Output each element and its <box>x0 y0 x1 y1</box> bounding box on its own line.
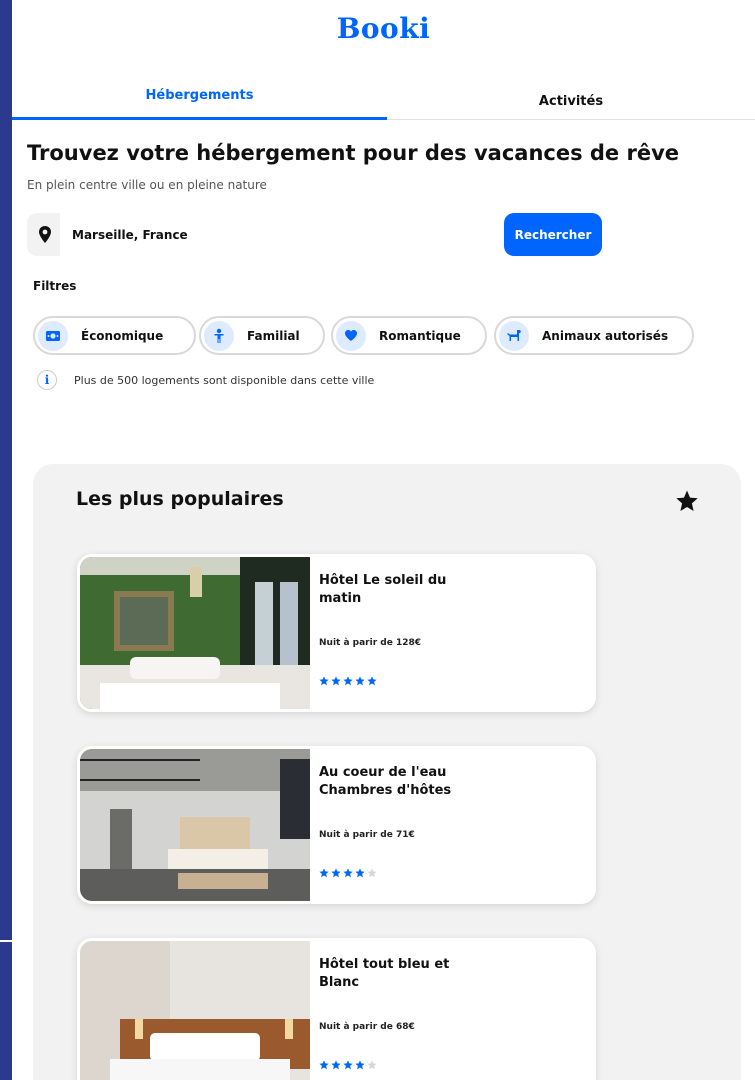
rating-stars <box>319 868 377 878</box>
star-filled-icon <box>367 676 377 686</box>
info-message: i Plus de 500 logements sont disponible … <box>37 370 374 390</box>
dog-icon <box>499 320 529 351</box>
hotel-name: Au coeur de l'eau Chambres d'hôtes <box>319 765 452 798</box>
hotel-photo <box>80 941 310 1080</box>
filter-economique[interactable]: Économique <box>33 316 196 355</box>
child-icon <box>204 320 234 351</box>
page-title: Trouvez votre hébergement pour des vacan… <box>27 141 680 165</box>
star-filled-icon <box>355 1060 365 1070</box>
filter-label: Animaux autorisés <box>542 328 669 343</box>
money-icon <box>38 320 68 351</box>
search-button[interactable]: Rechercher <box>504 213 602 256</box>
star-filled-icon <box>343 676 353 686</box>
info-icon: i <box>37 370 57 390</box>
page-subtitle: En plein centre ville ou en pleine natur… <box>27 178 267 192</box>
star-filled-icon <box>319 868 329 878</box>
booki-logo[interactable]: Booki <box>12 12 755 45</box>
hotel-photo <box>80 749 310 901</box>
star-filled-icon <box>319 1060 329 1070</box>
filter-familial[interactable]: Familial <box>199 316 325 355</box>
hotel-price: Nuit à parir de 71€ <box>319 830 415 840</box>
popular-section: Les plus populaires Hôtel Le soleil du m… <box>33 464 741 1080</box>
rating-stars <box>319 676 377 686</box>
star-filled-icon <box>331 1060 341 1070</box>
star-icon <box>676 490 698 511</box>
filter-label: Économique <box>81 328 164 343</box>
sidebar-edge-tick <box>0 940 12 942</box>
search-input[interactable] <box>60 213 522 256</box>
hotel-card[interactable]: Hôtel Le soleil du matin Nuit à parir de… <box>77 554 596 712</box>
star-empty-icon <box>367 1060 377 1070</box>
filter-romantique[interactable]: Romantique <box>331 316 487 355</box>
hotel-card[interactable]: Au coeur de l'eau Chambres d'hôtes Nuit … <box>77 746 596 904</box>
search-bar: Rechercher <box>27 213 602 256</box>
hotel-card[interactable]: Hôtel tout bleu et Blanc Nuit à parir de… <box>77 938 596 1080</box>
star-filled-icon <box>331 676 341 686</box>
booki-page: Booki Hébergements Activités Trouvez vot… <box>12 0 755 1080</box>
tab-hebergements[interactable]: Hébergements <box>12 78 387 120</box>
info-text: Plus de 500 logements sont disponible da… <box>74 373 375 387</box>
heart-icon <box>336 320 366 351</box>
filter-animaux-autorises[interactable]: Animaux autorisés <box>494 316 694 355</box>
hotel-price: Nuit à parir de 68€ <box>319 1022 415 1032</box>
tab-bar: Hébergements Activités <box>12 78 755 122</box>
star-empty-icon <box>367 868 377 878</box>
hotel-name: Hôtel tout bleu et Blanc <box>319 957 450 990</box>
filter-label: Romantique <box>379 328 461 343</box>
hotel-photo <box>80 557 310 709</box>
filter-label: Familial <box>247 328 300 343</box>
tab-activites[interactable]: Activités <box>387 78 755 120</box>
star-filled-icon <box>355 868 365 878</box>
star-filled-icon <box>319 676 329 686</box>
star-filled-icon <box>343 1060 353 1070</box>
star-filled-icon <box>355 676 365 686</box>
filters-heading: Filtres <box>33 279 77 293</box>
rating-stars <box>319 1060 377 1070</box>
star-filled-icon <box>331 868 341 878</box>
hotel-price: Nuit à parir de 128€ <box>319 638 422 648</box>
hotel-name: Hôtel Le soleil du matin <box>319 573 447 606</box>
star-filled-icon <box>343 868 353 878</box>
popular-title: Les plus populaires <box>76 488 284 510</box>
location-pin-icon <box>39 226 51 243</box>
